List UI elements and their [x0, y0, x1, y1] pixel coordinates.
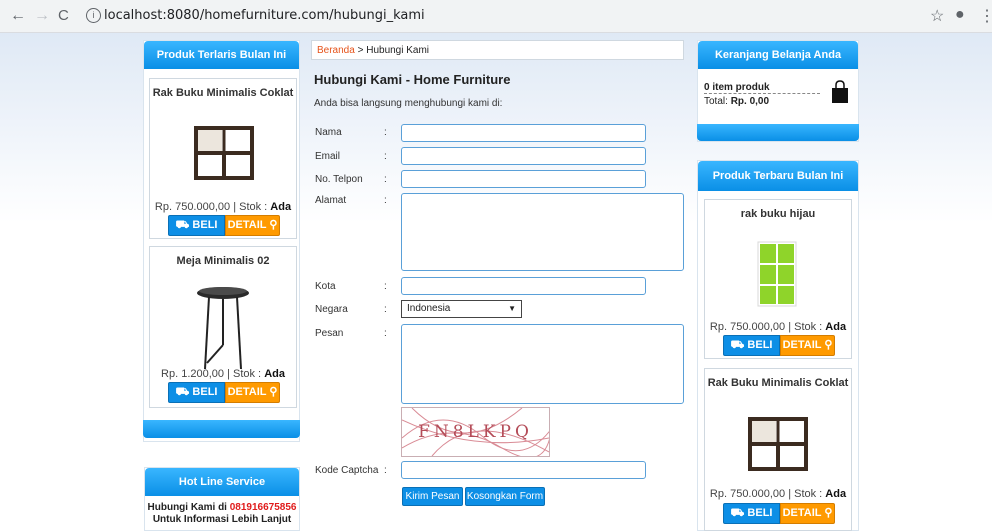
intro-text: Anda bisa langsung menghubungi kami di: — [314, 98, 503, 109]
captcha-image: FN8LKPQ — [401, 407, 550, 457]
detail-button[interactable]: DETAIL ⚲ — [225, 382, 280, 403]
cart-icon: ⛟ — [730, 339, 748, 351]
cart-icon: ⛟ — [175, 386, 193, 398]
address-bar[interactable]: localhost:8080/homefurniture.com/hubungi… — [104, 8, 425, 23]
account-icon[interactable]: ● — [955, 6, 965, 24]
search-icon: ⚲ — [821, 339, 833, 351]
hotline-phone: 081916675856 — [229, 502, 297, 513]
search-icon: ⚲ — [266, 386, 278, 398]
negara-select[interactable]: Indonesia ▼ — [401, 300, 522, 318]
detail-button[interactable]: DETAIL ⚲ — [780, 335, 835, 356]
breadcrumb-current: Hubungi Kami — [366, 45, 430, 56]
reset-button[interactable]: Kosongkan Form — [465, 487, 545, 506]
cart-footer — [697, 124, 859, 141]
product-price: Rp. 750.000,00 | Stok : Ada — [709, 321, 847, 333]
reload-icon[interactable]: C — [58, 7, 69, 25]
page-title: Hubungi Kami - Home Furniture — [314, 72, 511, 87]
detail-button[interactable]: DETAIL ⚲ — [780, 503, 835, 524]
bookmark-star-icon[interactable]: ☆ — [930, 6, 944, 26]
captcha-text: FN8LKPQ — [418, 422, 533, 442]
cart-icon: ⛟ — [730, 507, 748, 519]
product-card: rak buku hijau Rp. 750.000,00 | Stok : A… — [704, 199, 852, 359]
hotline-title: Hot Line Service — [145, 468, 299, 496]
alamat-label: Alamat — [315, 195, 347, 206]
product-image-bookshelf-brown[interactable] — [748, 416, 808, 472]
email-label: Email — [315, 151, 341, 162]
buy-button[interactable]: ⛟ BELI — [723, 335, 780, 356]
buy-button[interactable]: ⛟ BELI — [723, 503, 780, 524]
pesan-label: Pesan — [315, 328, 344, 339]
shopping-bag-icon[interactable] — [831, 80, 849, 104]
cart-title: Keranjang Belanja Anda — [698, 41, 858, 69]
breadcrumb: Beranda > Hubungi Kami — [311, 40, 684, 60]
detail-button[interactable]: DETAIL ⚲ — [225, 215, 280, 236]
buy-button[interactable]: ⛟ BELI — [168, 382, 225, 403]
product-price: Rp. 750.000,00 | Stok : Ada — [709, 488, 847, 500]
product-name[interactable]: Rak Buku Minimalis Coklat — [705, 377, 851, 389]
kota-input[interactable] — [401, 277, 646, 295]
telpon-label: No. Telpon — [315, 174, 363, 185]
cart-icon: ⛟ — [175, 219, 193, 231]
info-icon[interactable]: i — [86, 8, 101, 23]
product-card: Rak Buku Minimalis Coklat Rp. 750.000,00… — [149, 78, 297, 239]
captcha-label: Kode Captcha — [315, 465, 379, 476]
product-name[interactable]: rak buku hijau — [705, 208, 851, 220]
kota-label: Kota — [315, 281, 336, 292]
nama-label: Nama — [315, 127, 342, 138]
best-seller-title: Produk Terlaris Bulan Ini — [144, 41, 299, 69]
alamat-textarea[interactable] — [401, 193, 684, 271]
browser-toolbar: ← → C i localhost:8080/homefurniture.com… — [0, 0, 992, 33]
newest-title: Produk Terbaru Bulan Ini — [698, 161, 858, 191]
dropdown-arrow-icon: ▼ — [508, 304, 516, 313]
search-icon: ⚲ — [821, 507, 833, 519]
best-seller-footer — [143, 420, 300, 438]
search-icon: ⚲ — [266, 219, 278, 231]
back-arrow-icon[interactable]: ← — [10, 7, 26, 25]
submit-button[interactable]: Kirim Pesan — [402, 487, 463, 506]
product-card: Meja Minimalis 02 Rp. 1.200,00 | Stok : … — [149, 246, 297, 408]
negara-label: Negara — [315, 304, 348, 315]
product-name[interactable]: Meja Minimalis 02 — [150, 255, 296, 267]
menu-icon[interactable]: ⋮ — [979, 6, 992, 26]
product-image-round-table[interactable] — [195, 285, 251, 371]
cart-items: 0 item produk — [704, 82, 820, 94]
product-price: Rp. 750.000,00 | Stok : Ada — [154, 201, 292, 213]
hotline-text: Hubungi Kami di 081916675856 Untuk Infor… — [147, 502, 297, 525]
product-image-bookshelf-brown[interactable] — [194, 125, 254, 181]
pesan-textarea[interactable] — [401, 324, 684, 404]
product-card: Rak Buku Minimalis Coklat Rp. 750.000,00… — [704, 368, 852, 531]
product-name[interactable]: Rak Buku Minimalis Coklat — [150, 87, 296, 99]
product-price: Rp. 1.200,00 | Stok : Ada — [161, 368, 285, 380]
telpon-input[interactable] — [401, 170, 646, 188]
cart-total: Total: Rp. 0,00 — [704, 96, 770, 107]
product-image-green-bookshelf[interactable] — [756, 240, 798, 308]
email-input[interactable] — [401, 147, 646, 165]
captcha-input[interactable] — [401, 461, 646, 479]
nama-input[interactable] — [401, 124, 646, 142]
forward-arrow-icon[interactable]: → — [34, 7, 50, 25]
breadcrumb-home-link[interactable]: Beranda — [317, 45, 355, 56]
buy-button[interactable]: ⛟ BELI — [168, 215, 225, 236]
hotline-panel: Hot Line Service Hubungi Kami di 0819166… — [144, 467, 300, 531]
